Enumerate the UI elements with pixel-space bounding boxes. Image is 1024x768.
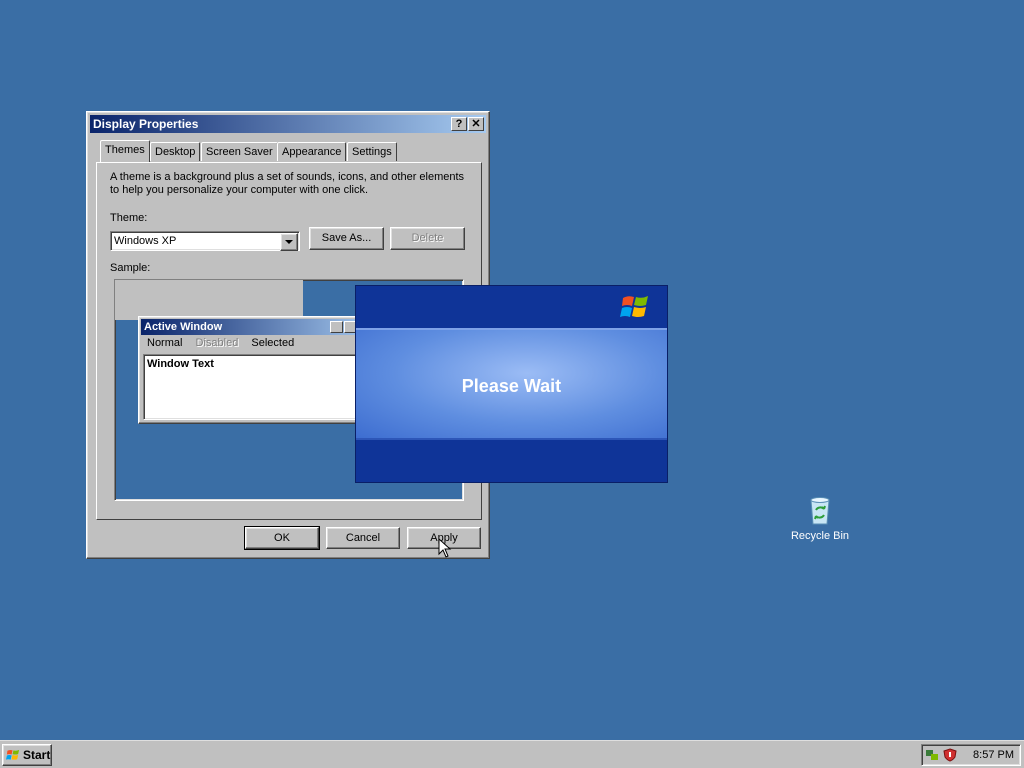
- desktop: { "window": { "title": "Display Properti…: [0, 0, 1024, 768]
- minimize-icon: [330, 321, 343, 333]
- tab-settings[interactable]: Settings: [347, 142, 397, 161]
- chevron-down-icon[interactable]: [280, 233, 298, 251]
- tab-screen-saver[interactable]: Screen Saver: [201, 142, 278, 161]
- please-wait-text: Please Wait: [461, 376, 562, 396]
- sample-window-text: Window Text: [143, 354, 359, 420]
- save-as-button[interactable]: Save As...: [309, 227, 384, 250]
- theme-dropdown[interactable]: Windows XP: [110, 231, 300, 251]
- taskbar: Start 8:57 PM: [0, 740, 1024, 768]
- theme-value: Windows XP: [114, 235, 177, 247]
- sample-menu-disabled: Disabled: [195, 337, 239, 349]
- tab-desktop[interactable]: Desktop: [150, 142, 201, 161]
- please-wait-splash: Please Wait: [355, 285, 668, 483]
- recycle-bin-label: Recycle Bin: [790, 530, 850, 542]
- windows-logo-icon: [6, 749, 20, 760]
- tab-strip: Themes Desktop Screen Saver Appearance S…: [96, 140, 486, 162]
- delete-button[interactable]: Delete: [390, 227, 465, 250]
- sample-active-window: Active Window Normal Disabled Selected W…: [138, 316, 378, 424]
- network-icon[interactable]: [925, 748, 939, 762]
- start-label: Start: [23, 748, 51, 762]
- sample-title-bar: Active Window: [141, 319, 375, 335]
- splash-band: Please Wait: [356, 328, 667, 440]
- windows-logo-icon: [620, 296, 648, 317]
- recycle-bin-icon: [810, 497, 830, 525]
- sample-menu-normal: Normal: [147, 337, 183, 349]
- start-button[interactable]: Start: [2, 744, 52, 766]
- sample-menu: Normal Disabled Selected: [147, 337, 304, 349]
- sample-inactive-window: [115, 280, 303, 320]
- sample-title: Active Window: [144, 321, 223, 333]
- system-tray: 8:57 PM: [921, 744, 1021, 766]
- ok-button[interactable]: OK: [244, 526, 320, 550]
- tab-themes[interactable]: Themes: [100, 140, 150, 162]
- recycle-bin[interactable]: Recycle Bin: [788, 494, 852, 542]
- title-bar[interactable]: Display Properties ? ✕: [90, 115, 486, 133]
- sample-menu-selected: Selected: [251, 337, 295, 349]
- theme-label: Theme:: [110, 212, 148, 224]
- tab-appearance[interactable]: Appearance: [277, 142, 347, 161]
- mouse-cursor-icon: [438, 538, 452, 558]
- help-button[interactable]: ?: [451, 117, 467, 131]
- theme-description: A theme is a background plus a set of so…: [110, 171, 465, 196]
- sample-label: Sample:: [110, 262, 151, 274]
- window-title: Display Properties: [93, 117, 199, 131]
- cancel-button[interactable]: Cancel: [326, 527, 400, 549]
- security-shield-icon[interactable]: [943, 748, 957, 762]
- clock[interactable]: 8:57 PM: [973, 749, 1014, 761]
- close-button[interactable]: ✕: [468, 117, 484, 131]
